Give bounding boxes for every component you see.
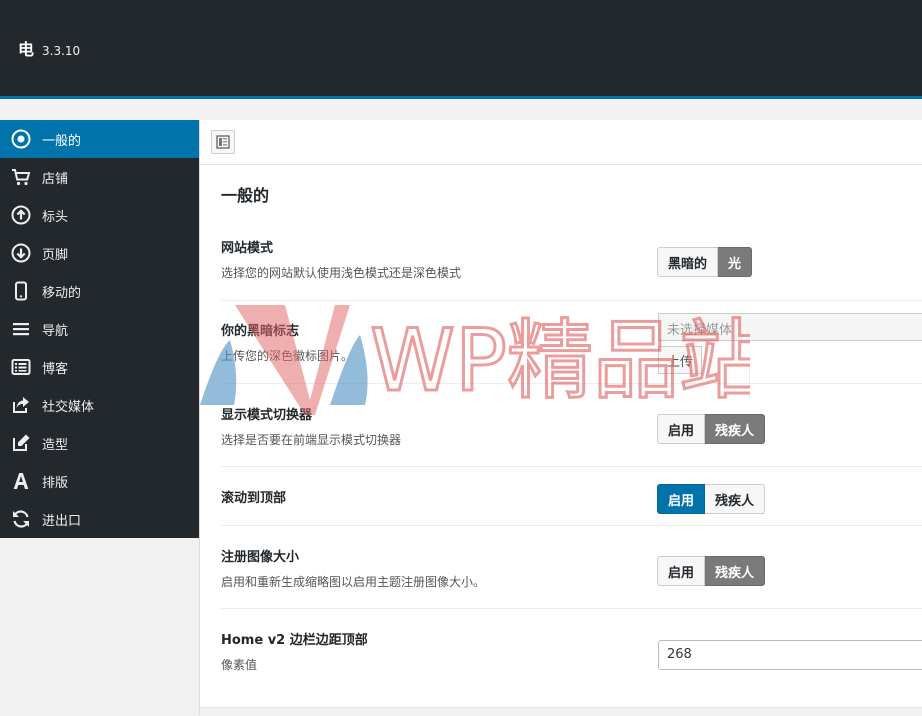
arrow-up-circle-icon (0, 205, 42, 225)
layout-icon (216, 135, 230, 149)
disable-button[interactable]: 残疾人 (705, 556, 766, 586)
cart-icon (0, 167, 42, 187)
light-mode-button[interactable]: 光 (718, 247, 753, 277)
sidebar-item-shop[interactable]: 店铺 (0, 158, 199, 196)
sidebar-item-label: 进出口 (42, 513, 82, 529)
setting-desc: 选择您的网站默认使用浅色模式还是深色模式 (221, 266, 462, 280)
sidebar-item-label: 店铺 (42, 171, 69, 187)
brand: 电 3.3.10 (18, 36, 80, 60)
sidebar-item-label: 博客 (42, 361, 69, 377)
sidebar-item-label: 造型 (42, 437, 69, 453)
sidebar-item-label: 导航 (42, 323, 69, 339)
setting-desc: 启用和重新生成缩略图以启用主题注册图像大小。 (221, 575, 486, 589)
circle-dot-icon (0, 129, 42, 149)
sidebar-item-header[interactable]: 标头 (0, 196, 199, 234)
sidebar-item-mobile[interactable]: 移动的 (0, 272, 199, 310)
sidebar: 一般的 店铺 标头 页脚 移动的 导航 博客 社交媒体 造型 排版 进出口 (0, 120, 199, 538)
settings-panel: 一般的 网站模式 选择您的网站默认使用浅色模式还是深色模式 黑暗的 光 你的黑暗… (199, 120, 922, 715)
setting-title: 网站模式 (221, 241, 274, 256)
dark-logo-media-field[interactable]: 未选择媒体 (658, 313, 922, 341)
section-title: 一般的 (221, 186, 270, 205)
font-icon (0, 471, 42, 491)
setting-site-mode: 网站模式 选择您的网站默认使用浅色模式还是深色模式 (221, 237, 922, 301)
sidebar-item-footer[interactable]: 页脚 (0, 234, 199, 272)
sidebar-item-label: 页脚 (42, 247, 69, 263)
disable-button[interactable]: 残疾人 (705, 484, 766, 514)
top-bar: 电 3.3.10 (0, 0, 922, 99)
sidebar-item-social[interactable]: 社交媒体 (0, 386, 199, 424)
refresh-icon (0, 509, 42, 529)
edit-icon (0, 433, 42, 453)
panel-toolbar (200, 120, 922, 165)
enable-button[interactable]: 启用 (657, 414, 706, 444)
sidebar-margin-input[interactable]: 268 (658, 640, 922, 670)
scroll-top-toggle: 启用 残疾人 (657, 484, 766, 514)
sidebar-item-label: 标头 (42, 209, 69, 225)
setting-desc: 上传您的深色徽标图片。 (221, 349, 354, 363)
sidebar-item-general[interactable]: 一般的 (0, 120, 199, 158)
setting-title: 注册图像大小 (221, 550, 300, 565)
sidebar-toggle-button[interactable] (211, 130, 235, 154)
sidebar-item-label: 一般的 (42, 133, 82, 149)
brand-logo: 电 (18, 40, 35, 59)
image-sizes-toggle: 启用 残疾人 (657, 556, 766, 586)
sidebar-item-blog[interactable]: 博客 (0, 348, 199, 386)
sidebar-item-typography[interactable]: 排版 (0, 462, 199, 500)
setting-title: 滚动到顶部 (221, 491, 287, 506)
sidebar-item-import-export[interactable]: 进出口 (0, 500, 199, 538)
brand-version: 3.3.10 (42, 44, 81, 58)
sidebar-item-label: 移动的 (42, 285, 82, 301)
upload-button[interactable]: 上传 (658, 346, 703, 374)
arrow-down-circle-icon (0, 243, 42, 263)
site-mode-toggle: 黑暗的 光 (657, 247, 753, 277)
setting-mode-switcher: 显示模式切换器 选择是否要在前端显示模式切换器 (221, 404, 922, 467)
list-icon (0, 357, 42, 377)
setting-image-sizes: 注册图像大小 启用和重新生成缩略图以启用主题注册图像大小。 (221, 546, 922, 609)
sidebar-item-label: 排版 (42, 475, 69, 491)
mobile-icon (0, 281, 42, 301)
setting-title: 显示模式切换器 (221, 408, 313, 423)
enable-button[interactable]: 启用 (657, 484, 706, 514)
setting-scroll-top: 滚动到顶部 (221, 487, 922, 526)
setting-desc: 选择是否要在前端显示模式切换器 (221, 433, 402, 447)
mode-switcher-toggle: 启用 残疾人 (657, 414, 766, 444)
sidebar-item-navigation[interactable]: 导航 (0, 310, 199, 348)
disable-button[interactable]: 残疾人 (705, 414, 766, 444)
enable-button[interactable]: 启用 (657, 556, 706, 586)
sidebar-item-label: 社交媒体 (42, 399, 95, 415)
menu-icon (0, 319, 42, 339)
dark-mode-button[interactable]: 黑暗的 (657, 247, 719, 277)
sidebar-item-styling[interactable]: 造型 (0, 424, 199, 462)
share-icon (0, 395, 42, 415)
